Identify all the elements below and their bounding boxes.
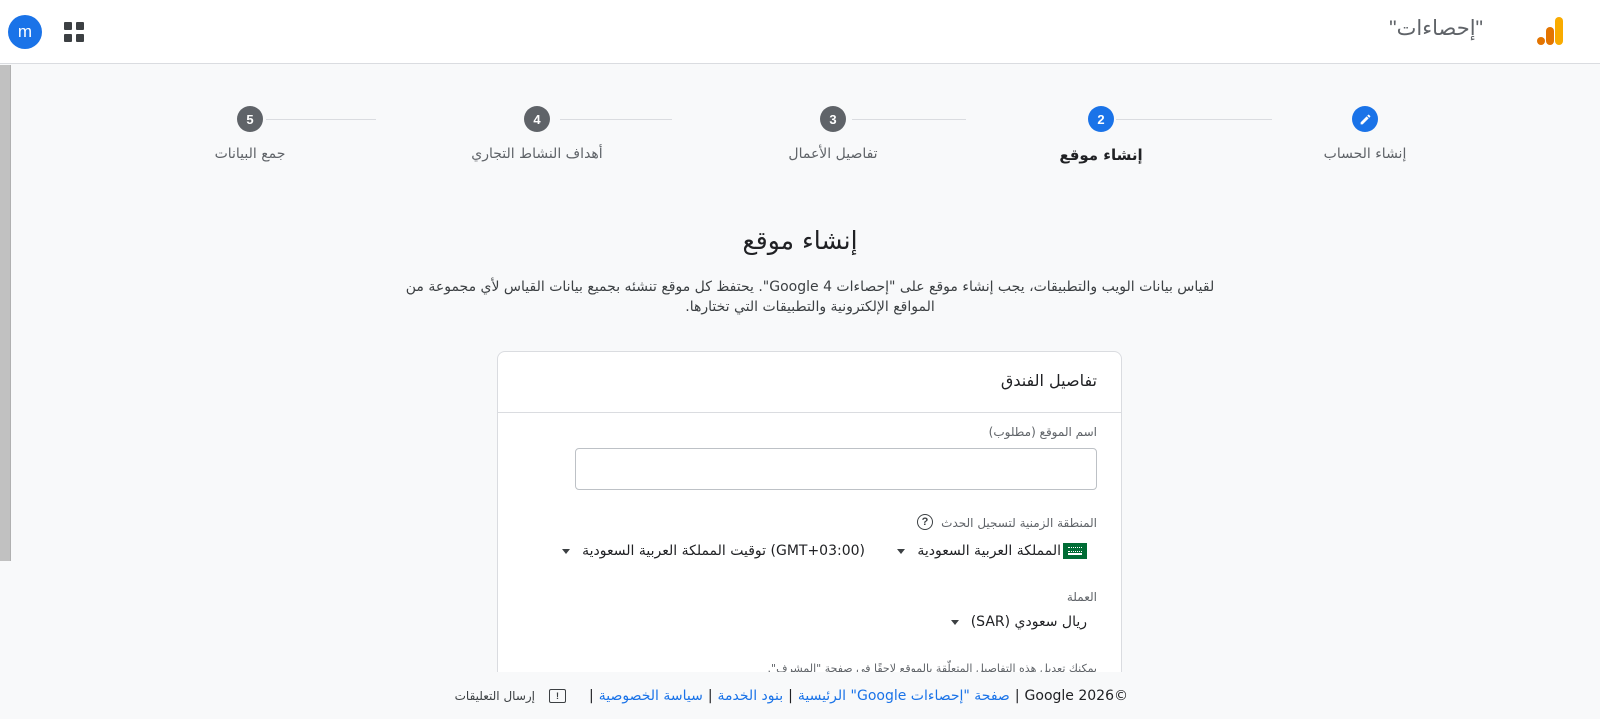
step-circle xyxy=(1352,106,1378,132)
privacy-link[interactable]: سياسة الخصوصية xyxy=(599,688,703,704)
step-create-account[interactable]: إنشاء الحساب xyxy=(1265,106,1465,162)
step-circle: 4 xyxy=(524,106,550,132)
step-circle: 3 xyxy=(820,106,846,132)
separator: | xyxy=(1014,688,1020,704)
country-select[interactable]: المملكة العربية السعودية xyxy=(897,543,1087,559)
card-title: تفاصيل الفندق xyxy=(1000,371,1097,390)
saudi-flag-icon xyxy=(1063,543,1087,559)
description-line: المواقع الإلكترونية والتطبيقات التي تختا… xyxy=(685,299,935,315)
top-bar: m "إحصاءات" xyxy=(0,0,1600,64)
step-circle: 5 xyxy=(237,106,263,132)
feedback-icon: ! xyxy=(549,689,566,703)
help-icon[interactable]: ? xyxy=(917,514,933,530)
caret-down-icon xyxy=(562,548,571,554)
analytics-logo-icon[interactable] xyxy=(1536,16,1566,46)
country-value: المملكة العربية السعودية xyxy=(917,543,1061,559)
property-name-input[interactable] xyxy=(575,448,1097,490)
footer-links: ©2026 Google | صفحة "إحصاءات Google" الر… xyxy=(455,688,1128,704)
step-circle: 2 xyxy=(1088,106,1114,132)
step-data-collection[interactable]: 5 جمع البيانات xyxy=(150,106,350,162)
terms-link[interactable]: بنود الخدمة xyxy=(718,688,784,704)
timezone-label: المنطقة الزمنية لتسجيل الحدث xyxy=(941,516,1097,530)
copyright: ©2026 Google xyxy=(1024,688,1128,704)
send-feedback-button[interactable]: ! إرسال التعليقات xyxy=(455,689,566,703)
footer: ©2026 Google | صفحة "إحصاءات Google" الر… xyxy=(0,672,1600,719)
currency-value: ريال سعودي (SAR) xyxy=(970,614,1087,630)
description-line: لقياس بيانات الويب والتطبيقات، يجب إنشاء… xyxy=(405,279,1215,295)
divider xyxy=(498,412,1121,413)
caret-down-icon xyxy=(897,548,906,554)
step-label: إنشاء موقع xyxy=(1059,146,1143,164)
scrollbar-thumb[interactable] xyxy=(0,65,11,561)
step-business-objectives[interactable]: 4 أهداف النشاط التجاري xyxy=(437,106,637,162)
property-name-label: اسم الموقع (مطلوب) xyxy=(988,425,1097,439)
step-label: إنشاء الحساب xyxy=(1323,146,1407,162)
pencil-icon xyxy=(1360,114,1370,124)
timezone-value: (GMT+03:00) توقيت المملكة العربية السعود… xyxy=(582,543,865,559)
analytics-home-link[interactable]: صفحة "إحصاءات Google" الرئيسية xyxy=(798,688,1010,704)
timezone-select[interactable]: (GMT+03:00) توقيت المملكة العربية السعود… xyxy=(562,543,865,559)
separator: | xyxy=(788,688,793,704)
account-avatar[interactable]: m xyxy=(8,15,42,49)
caret-down-icon xyxy=(950,619,959,625)
currency-label: العملة xyxy=(1066,590,1097,604)
setup-stepper: إنشاء الحساب 2 إنشاء موقع 3 تفاصيل الأعم… xyxy=(150,100,1450,180)
separator: | xyxy=(707,688,713,704)
currency-select[interactable]: ريال سعودي (SAR) xyxy=(950,614,1087,630)
apps-grid-icon[interactable] xyxy=(64,22,84,42)
step-create-property[interactable]: 2 إنشاء موقع xyxy=(1001,106,1201,164)
page-title: إنشاء موقع xyxy=(742,226,858,255)
product-name: "إحصاءات" xyxy=(1389,17,1483,40)
property-details-card: تفاصيل الفندق اسم الموقع (مطلوب) المنطقة… xyxy=(497,351,1122,681)
step-label: أهداف النشاط التجاري xyxy=(471,146,603,162)
page-description: لقياس بيانات الويب والتطبيقات، يجب إنشاء… xyxy=(390,277,1230,317)
feedback-label: إرسال التعليقات xyxy=(454,689,535,703)
separator: | xyxy=(589,688,594,704)
step-business-details[interactable]: 3 تفاصيل الأعمال xyxy=(733,106,933,162)
step-label: تفاصيل الأعمال xyxy=(788,146,878,162)
step-label: جمع البيانات xyxy=(214,146,286,162)
